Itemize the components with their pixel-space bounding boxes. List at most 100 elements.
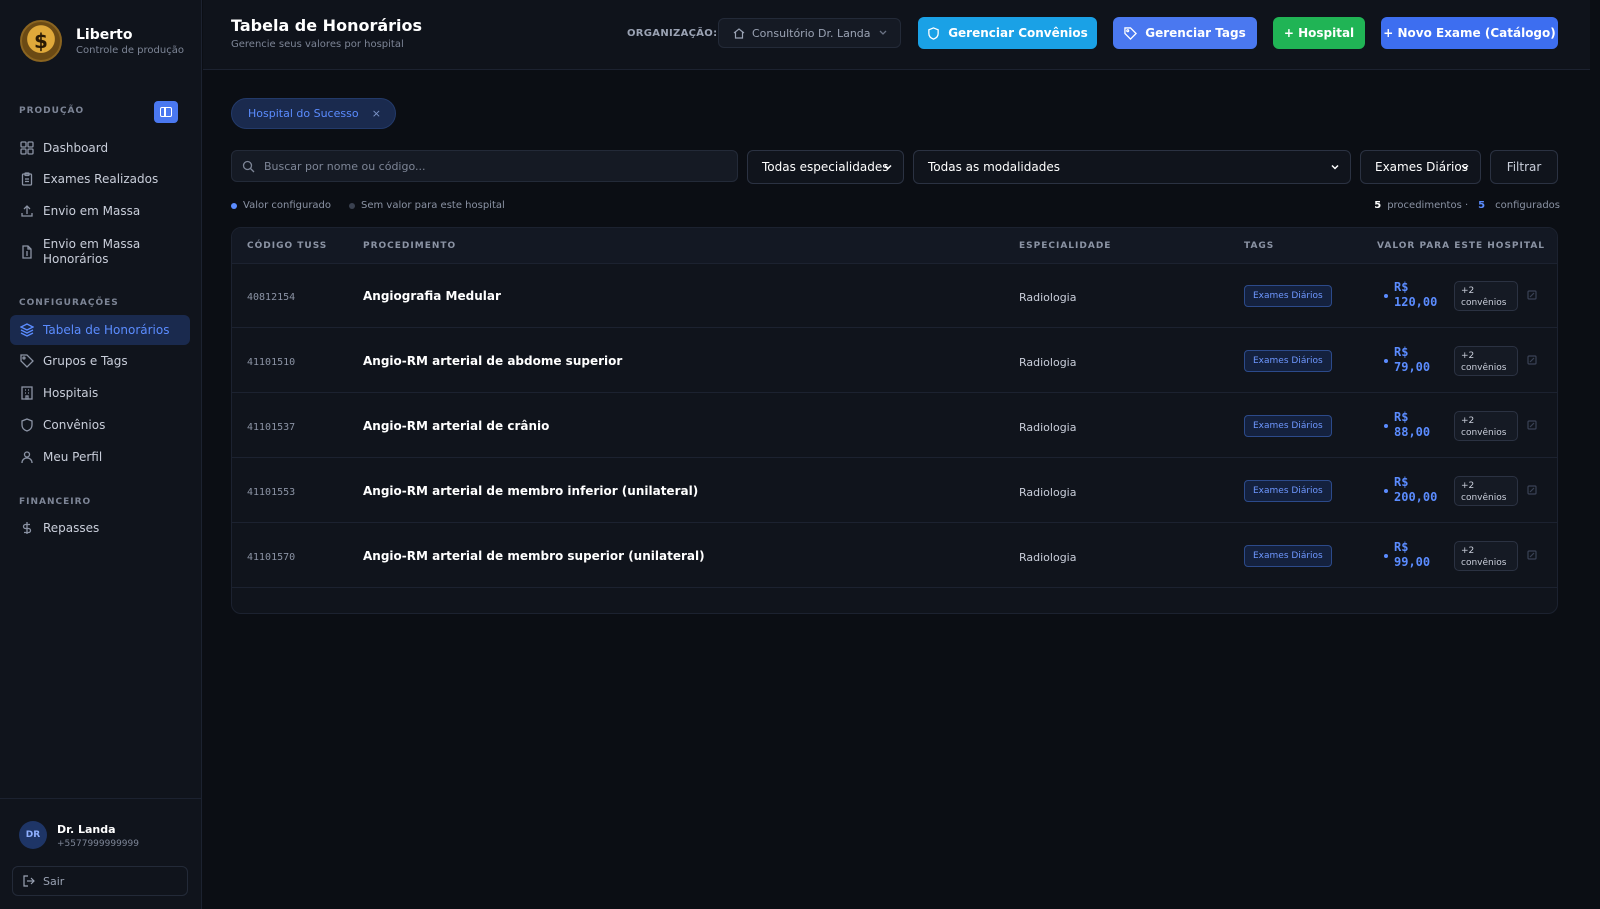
- sidebar-item-label: Envio em Massa Honorários: [43, 237, 141, 266]
- configured-count: 5: [1478, 200, 1486, 211]
- configured-dot: [1384, 359, 1388, 363]
- value-input[interactable]: R$ 88,00: [1394, 410, 1430, 440]
- table-row[interactable]: 41101553 Angio-RM arterial de membro inf…: [232, 459, 1557, 523]
- section-label-producao: PRODUÇÃO: [19, 106, 85, 116]
- layers-icon: [20, 323, 34, 337]
- sidebar-item-meu-perfil[interactable]: Meu Perfil: [10, 442, 190, 472]
- sidebar-item-repasses[interactable]: Repasses: [10, 513, 190, 543]
- convenios-count: +2: [1461, 481, 1475, 491]
- sidebar-item-exames-realizados[interactable]: Exames Realizados: [10, 164, 190, 194]
- tag-select-value: Exames Diários: [1375, 160, 1468, 174]
- convenios-count: +2: [1461, 286, 1475, 296]
- brand[interactable]: $ Liberto Controle de produção: [20, 20, 184, 62]
- tag-badge: Exames Diários: [1244, 545, 1332, 567]
- convenios-badge[interactable]: +2 convênios: [1454, 476, 1518, 506]
- value-input[interactable]: R$ 99,00: [1394, 540, 1430, 570]
- add-hospital-label: + Hospital: [1283, 26, 1355, 40]
- edit-icon[interactable]: [1527, 420, 1537, 430]
- procedure-name: Angiografia Medular: [363, 289, 501, 303]
- table-row[interactable]: 41101537 Angio-RM arterial de crânio Rad…: [232, 394, 1557, 458]
- tag-badge: Exames Diários: [1244, 415, 1332, 437]
- brand-subtitle: Controle de produção: [76, 44, 184, 56]
- close-icon[interactable]: ×: [372, 107, 381, 120]
- search-icon: [242, 160, 255, 173]
- value-input[interactable]: R$ 200,00: [1394, 475, 1437, 505]
- specialty-select[interactable]: Todas especialidades: [747, 150, 904, 184]
- value-currency: R$: [1394, 475, 1409, 489]
- add-exam-button[interactable]: + Novo Exame (Catálogo): [1381, 17, 1558, 49]
- convenios-badge[interactable]: +2 convênios: [1454, 346, 1518, 376]
- avatar[interactable]: DR: [19, 821, 47, 849]
- manage-convenios-button[interactable]: Gerenciar Convênios: [918, 17, 1097, 49]
- edit-icon[interactable]: [1527, 355, 1537, 365]
- sidebar-item-envio-em-massa-honorarios[interactable]: Envio em Massa Honorários: [10, 232, 190, 272]
- home-icon: [733, 28, 745, 39]
- value-amount: 88,00: [1394, 425, 1431, 439]
- configured-dot: [1384, 489, 1388, 493]
- organization-select[interactable]: Consultório Dr. Landa: [718, 18, 901, 48]
- value-amount: 79,00: [1394, 360, 1431, 374]
- tag-select[interactable]: Exames Diários: [1360, 150, 1481, 184]
- grid-icon: [20, 141, 34, 155]
- org-label: ORGANIZAÇÃO:: [627, 28, 718, 39]
- convenios-count: +2: [1461, 546, 1475, 556]
- convenios-label: convênios: [1461, 428, 1507, 438]
- sidebar-item-convenios[interactable]: Convênios: [10, 410, 190, 440]
- header-codigo-tuss: CÓDIGO TUSS: [247, 241, 328, 251]
- table-row[interactable]: 41101510 Angio-RM arterial de abdome sup…: [232, 329, 1557, 393]
- filter-button[interactable]: Filtrar: [1490, 150, 1558, 184]
- modality-select[interactable]: Todas as modalidades: [913, 150, 1351, 184]
- table-row[interactable]: 41101570 Angio-RM arterial de membro sup…: [232, 524, 1557, 588]
- tuss-code: 41101570: [247, 552, 296, 563]
- sidebar-item-dashboard[interactable]: Dashboard: [10, 133, 190, 163]
- brand-name: Liberto: [76, 26, 133, 43]
- configured-dot: [1384, 294, 1388, 298]
- value-amount: 120,00: [1394, 295, 1438, 309]
- value-input[interactable]: R$ 120,00: [1394, 280, 1437, 310]
- edit-icon[interactable]: [1527, 485, 1537, 495]
- value-amount: 99,00: [1394, 555, 1431, 569]
- convenios-badge[interactable]: +2 convênios: [1454, 281, 1518, 311]
- tag-badge: Exames Diários: [1244, 285, 1332, 307]
- sidebar-collapse-button[interactable]: [154, 101, 178, 123]
- sidebar-item-label: Hospitais: [43, 385, 99, 400]
- edit-icon[interactable]: [1527, 550, 1537, 560]
- add-exam-label: + Novo Exame (Catálogo): [1383, 26, 1556, 40]
- tuss-code: 41101510: [247, 357, 296, 368]
- sidebar-item-grupos-e-tags[interactable]: Grupos e Tags: [10, 346, 190, 376]
- modality-value: Todas as modalidades: [928, 160, 1060, 174]
- sidebar-item-hospitais[interactable]: Hospitais: [10, 378, 190, 408]
- logout-icon: [23, 875, 35, 887]
- building-icon: [20, 386, 34, 400]
- value-input[interactable]: R$ 79,00: [1394, 345, 1430, 375]
- convenios-badge[interactable]: +2 convênios: [1454, 541, 1518, 571]
- manage-convenios-label: Gerenciar Convênios: [948, 26, 1088, 40]
- convenios-badge[interactable]: +2 convênios: [1454, 411, 1518, 441]
- legend-dot-configured: [231, 202, 237, 209]
- table-row[interactable]: 40812154 Angiografia Medular Radiologia …: [232, 264, 1557, 328]
- section-label-configuracoes: CONFIGURAÇÕES: [19, 298, 119, 308]
- sidebar-item-label: Tabela de Honorários: [43, 322, 170, 337]
- sidebar-item-tabela-de-honorarios[interactable]: Tabela de Honorários: [10, 315, 190, 345]
- procedure-name: Angio-RM arterial de crânio: [363, 419, 550, 433]
- manage-tags-button[interactable]: Gerenciar Tags: [1113, 17, 1257, 49]
- logout-button[interactable]: Sair: [12, 866, 188, 896]
- hospital-filter-chip[interactable]: Hospital do Sucesso ×: [231, 98, 396, 129]
- procedures-count-label: procedimentos ·: [1387, 200, 1469, 211]
- topbar: Tabela de Honorários Gerencie seus valor…: [203, 0, 1590, 70]
- shield-icon: [20, 418, 34, 432]
- edit-icon[interactable]: [1527, 290, 1537, 300]
- search-input[interactable]: Buscar por nome ou código...: [231, 150, 738, 182]
- add-hospital-button[interactable]: + Hospital: [1273, 17, 1365, 49]
- value-currency: R$: [1394, 280, 1409, 294]
- legend-configured: Valor configurado: [231, 200, 331, 211]
- manage-tags-label: Gerenciar Tags: [1145, 26, 1246, 40]
- sidebar-item-envio-em-massa[interactable]: Envio em Massa: [10, 196, 190, 226]
- user-panel: DR Dr. Landa +5577999999999 Sair: [0, 798, 202, 909]
- fees-table: CÓDIGO TUSS PROCEDIMENTO ESPECIALIDADE T…: [231, 227, 1558, 614]
- chevron-down-icon: [884, 164, 892, 170]
- file-dollar-icon: [20, 245, 34, 259]
- table-header: CÓDIGO TUSS PROCEDIMENTO ESPECIALIDADE T…: [232, 228, 1557, 264]
- sidebar-item-label: Convênios: [43, 417, 106, 432]
- panel-icon: [160, 107, 172, 117]
